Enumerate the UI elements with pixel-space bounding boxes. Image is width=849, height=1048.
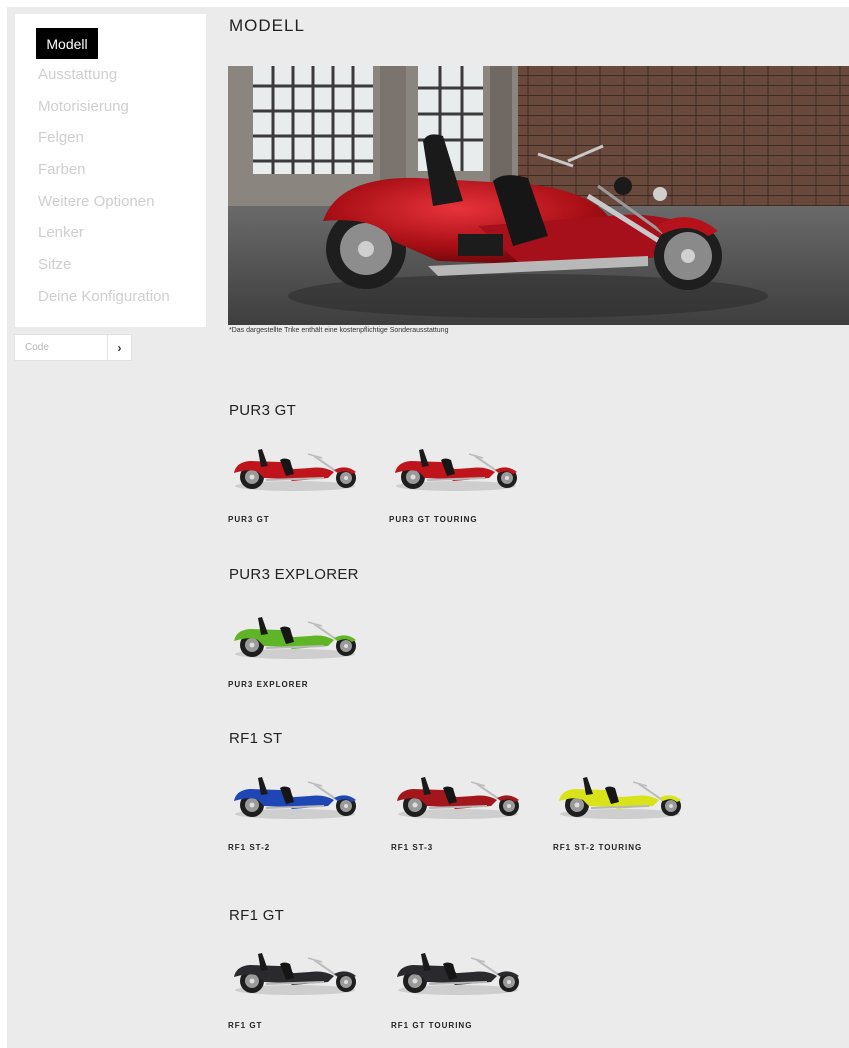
sidebar-item-motorisierung[interactable]: Motorisierung <box>38 98 129 115</box>
chevron-right-icon: › <box>117 340 122 355</box>
model-label: RF1 ST-2 TOURING <box>553 843 643 852</box>
sidebar-item-farben[interactable]: Farben <box>38 161 86 178</box>
sidebar-item-lenker[interactable]: Lenker <box>38 224 84 241</box>
sidebar-item-deine-konfiguration[interactable]: Deine Konfiguration <box>38 288 170 305</box>
sidebar-item-ausstattung[interactable]: Ausstattung <box>38 66 117 83</box>
group-title-rf1-gt: RF1 GT <box>229 907 285 924</box>
model-label: RF1 GT <box>228 1021 263 1030</box>
page-title: MODELL <box>229 16 305 35</box>
trike-icon <box>234 953 356 995</box>
model-card-pur3-explorer[interactable]: PUR3 EXPLORER <box>228 608 368 689</box>
model-label: PUR3 GT TOURING <box>389 515 478 524</box>
model-card-rf1-gt[interactable]: RF1 GT <box>228 944 368 1030</box>
model-card-rf1-st-2[interactable]: RF1 ST-2 <box>228 768 368 852</box>
hero-trike-photo <box>228 66 849 325</box>
trike-icon <box>559 777 681 819</box>
sidebar-item-weitere-optionen[interactable]: Weitere Optionen <box>38 193 154 210</box>
code-input[interactable] <box>14 334 108 361</box>
sidebar-item-felgen[interactable]: Felgen <box>38 129 84 146</box>
sidebar-item-modell[interactable]: Modell <box>36 28 98 59</box>
model-card-pur3-gt-touring[interactable]: PUR3 GT TOURING <box>389 440 529 524</box>
trike-icon <box>397 953 519 995</box>
model-label: RF1 ST-3 <box>391 843 434 852</box>
hero-image <box>228 66 849 325</box>
model-card-rf1-st-3[interactable]: RF1 ST-3 <box>391 768 531 852</box>
model-label: RF1 ST-2 <box>228 843 271 852</box>
group-title-rf1-st: RF1 ST <box>229 730 283 747</box>
hero-disclaimer: *Das dargestellte Trike enthält eine kos… <box>229 327 449 334</box>
group-title-pur3-explorer: PUR3 EXPLORER <box>229 566 359 583</box>
model-card-rf1-gt-touring[interactable]: RF1 GT TOURING <box>391 944 531 1030</box>
code-submit-button[interactable]: › <box>108 334 132 361</box>
trike-icon <box>234 449 356 491</box>
trike-icon <box>397 777 519 819</box>
model-label: PUR3 EXPLORER <box>228 680 309 689</box>
group-title-pur3-gt: PUR3 GT <box>229 402 297 419</box>
sidebar-item-sitze[interactable]: Sitze <box>38 256 71 273</box>
top-edge <box>0 0 849 7</box>
model-card-pur3-gt[interactable]: PUR3 GT <box>228 440 368 524</box>
model-label: PUR3 GT <box>228 515 270 524</box>
trike-icon <box>234 617 356 659</box>
code-form: › <box>14 334 132 361</box>
model-label: RF1 GT TOURING <box>391 1021 473 1030</box>
model-card-rf1-st-2-touring[interactable]: RF1 ST-2 TOURING <box>553 768 693 852</box>
sidebar-nav: Modell Ausstattung Motorisierung Felgen … <box>15 14 206 327</box>
trike-icon <box>395 449 517 491</box>
left-edge <box>0 0 7 1048</box>
trike-icon <box>234 777 356 819</box>
